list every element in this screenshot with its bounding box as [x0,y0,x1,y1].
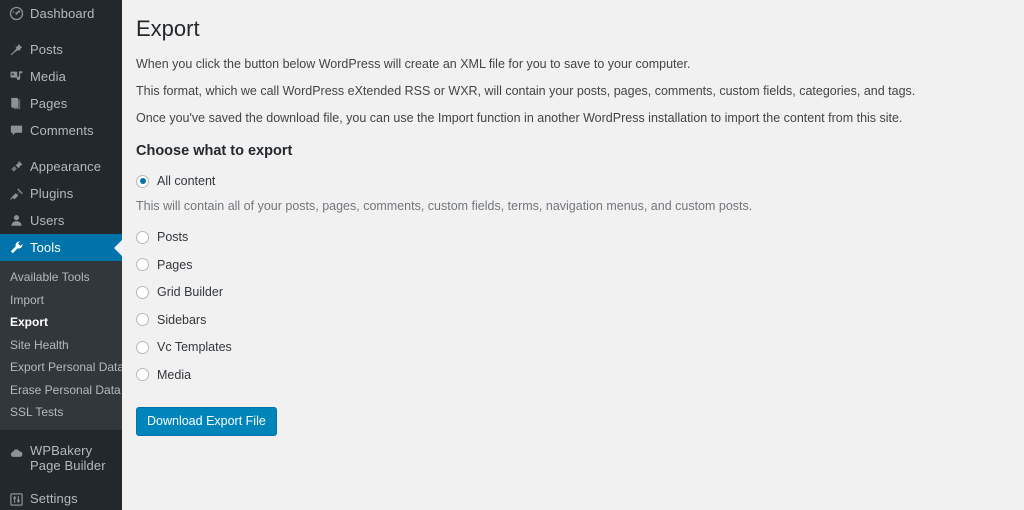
sidebar-item-label: Pages [30,95,68,111]
intro-paragraph-2: This format, which we call WordPress eXt… [136,84,916,98]
sidebar-item-label: WPBakery Page Builder [30,442,106,473]
pin-icon [5,40,27,60]
radio-input[interactable] [136,230,149,244]
download-export-file-button[interactable]: Download Export File [136,407,277,436]
radio-input[interactable] [136,340,149,354]
export-page-content: Export When you click the button below W… [122,0,1024,510]
sidebar-item-label: Posts [30,41,64,57]
sidebar-item-label: Plugins [30,185,74,201]
radio-option-all-content[interactable]: All content [136,172,1024,190]
sidebar-separator [0,144,122,153]
sidebar-menu-top: Dashboard Posts Media Pages Comments Appearan… [0,0,122,261]
sidebar-item-comments[interactable]: Comments [0,117,122,144]
sidebar-item-media[interactable]: Media [0,63,122,90]
sidebar-item-settings[interactable]: Settings [0,486,122,510]
radio-input[interactable] [136,313,149,326]
appearance-brush-icon [5,157,27,177]
submenu-item-available-tools[interactable]: Available Tools [0,266,122,289]
sidebar-item-pages[interactable]: Pages [0,90,122,117]
sidebar-item-plugins[interactable]: Plugins [0,180,122,207]
radio-option-grid-builder[interactable]: Grid Builder [136,283,1024,301]
radio-label: Pages [157,257,193,272]
submenu-item-erase-personal-data[interactable]: Erase Personal Data [0,379,122,402]
submenu-item-site-health[interactable]: Site Health [0,334,122,357]
radio-option-posts[interactable]: Posts [136,228,1024,246]
sidebar-separator [0,27,122,36]
radio-label: Posts [157,230,189,244]
export-options-list: Posts Pages Grid Builder Sidebars Vc Templat… [136,228,1024,384]
wpbakery-cloud-icon [5,444,27,464]
radio-label: Vc Templates [157,340,232,354]
radio-label: Sidebars [157,312,207,327]
sidebar-menu-bottom: WPBakery Page Builder Settings [0,429,122,510]
radio-all-content-label: All content [157,174,216,188]
sidebar-item-appearance[interactable]: Appearance [0,153,122,180]
sidebar-item-label: Users [30,212,65,228]
sidebar-item-label: Comments [30,122,94,138]
radio-all-content-input[interactable] [136,174,149,188]
plugins-plug-icon [5,184,27,204]
wordpress-admin-screen: Dashboard Posts Media Pages Comments Appearan… [0,0,1024,510]
users-icon [5,211,27,231]
media-icon [5,67,27,87]
sidebar-item-dashboard[interactable]: Dashboard [0,0,122,27]
sidebar-item-posts[interactable]: Posts [0,36,122,63]
radio-input[interactable] [136,368,149,381]
comments-icon [5,121,27,141]
sidebar-item-users[interactable]: Users [0,207,122,234]
admin-sidebar: Dashboard Posts Media Pages Comments Appearan… [0,0,122,510]
choose-what-to-export-heading: Choose what to export [136,143,293,159]
sidebar-separator [0,476,122,486]
radio-label: Grid Builder [157,285,223,299]
tools-submenu: Available Tools Import Export Site Health Ex… [0,261,122,430]
radio-option-media[interactable]: Media [136,366,1024,384]
submenu-item-import[interactable]: Import [0,289,122,312]
pages-icon [5,94,27,114]
sidebar-separator [0,429,122,439]
sidebar-item-label: Dashboard [30,5,95,21]
sidebar-item-label: Tools [30,239,61,255]
radio-option-sidebars[interactable]: Sidebars [136,311,1024,329]
submenu-item-export[interactable]: Export [0,311,122,334]
settings-sliders-icon [5,489,27,509]
sidebar-item-label: Settings [30,491,78,506]
submenu-item-export-personal-data[interactable]: Export Personal Data [0,356,122,379]
intro-paragraph-3: Once you've saved the download file, you… [136,111,903,125]
all-content-description: This will contain all of your posts, pag… [136,199,753,213]
tools-wrench-icon [5,238,27,258]
radio-option-vc-templates[interactable]: Vc Templates [136,338,1024,356]
sidebar-item-label: Media [30,68,66,84]
page-title: Export [136,16,200,41]
submenu-item-ssl-tests[interactable]: SSL Tests [0,401,122,424]
radio-input[interactable] [136,258,149,271]
radio-input[interactable] [136,285,149,299]
radio-label: Media [157,367,192,382]
sidebar-item-label: Appearance [30,158,102,174]
sidebar-item-tools[interactable]: Tools [0,234,122,261]
sidebar-item-wpbakery-page-builder[interactable]: WPBakery Page Builder [0,439,122,477]
dashboard-icon [5,4,27,24]
radio-option-pages[interactable]: Pages [136,256,1024,274]
intro-paragraph-1: When you click the button below WordPres… [136,57,691,71]
active-menu-arrow-icon [114,239,122,256]
